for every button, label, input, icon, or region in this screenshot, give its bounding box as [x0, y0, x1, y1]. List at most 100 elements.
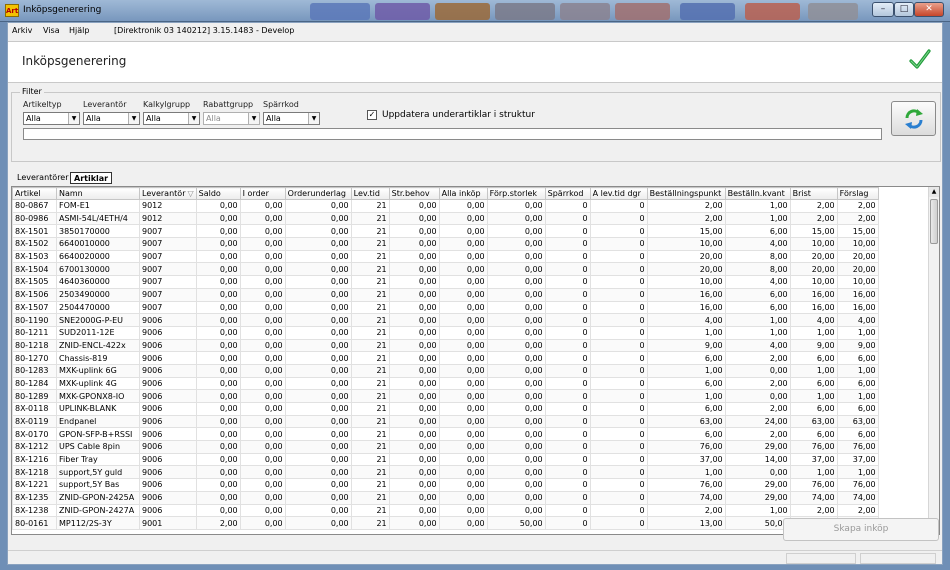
- minimize-button[interactable]: –: [872, 2, 894, 17]
- column-header-label: Förslag: [839, 189, 869, 198]
- table-cell: 0,00: [284, 262, 352, 277]
- table-row[interactable]: 80-1190 SNE2000G-P-EU 9006 0,00 0,00 0,00 21 0,…: [12, 313, 879, 327]
- table-cell: 80-1283: [12, 363, 57, 378]
- menu-arkiv[interactable]: Arkiv: [12, 26, 32, 35]
- column-header[interactable]: Förslag: [836, 187, 879, 200]
- table-row[interactable]: 8X-1235 ZNID-GPON-2425A 9006 0,00 0,00 0,00 21…: [12, 490, 879, 505]
- table-row[interactable]: 8X-1502 6640010000 9007 0,00 0,00 0,00 21 0,00 0…: [12, 237, 879, 251]
- table-row[interactable]: 80-1289 MXK-GPONX8-IO 9006 0,00 0,00 0,00 21 0,…: [12, 389, 879, 403]
- table-cell: 1,00: [836, 363, 879, 378]
- table-row[interactable]: 8X-1507 2504470000 9007 0,00 0,00 0,00 21 0,00 0…: [12, 300, 879, 315]
- column-header-label: Spärrkod: [547, 189, 584, 198]
- column-header[interactable]: Saldo: [195, 187, 241, 200]
- table-cell: 0,00: [438, 300, 488, 315]
- scroll-thumb[interactable]: [930, 199, 938, 244]
- table-row[interactable]: 8X-0170 GPON-SFP-B+RSSI 9006 0,00 0,00 0,00 21…: [12, 427, 879, 442]
- leverantor-select[interactable]: Alla ▼: [83, 112, 140, 125]
- table-cell: 0,00: [195, 490, 241, 505]
- table-cell: 0: [589, 363, 648, 378]
- table-cell: MXK-uplink 4G: [56, 376, 140, 391]
- table-cell: 21: [350, 363, 390, 378]
- column-header[interactable]: Spärrkod: [544, 187, 591, 200]
- tab-leverantorer[interactable]: Leverantörer: [14, 172, 72, 184]
- scroll-up-icon[interactable]: ▲: [929, 187, 939, 197]
- column-header[interactable]: Orderunderlag: [284, 187, 352, 200]
- table-row[interactable]: 8X-1218 support,5Y guld 9006 0,00 0,00 0,00 21…: [12, 465, 879, 480]
- column-header[interactable]: Lev.tid: [350, 187, 390, 200]
- table-cell: 2,00: [789, 503, 838, 518]
- sparrkod-select[interactable]: Alla ▼: [263, 112, 320, 125]
- column-header[interactable]: Beställningspunkt: [646, 187, 726, 200]
- table-cell: 0,00: [195, 262, 241, 277]
- table-row[interactable]: 80-0867 FOM-E1 9012 0,00 0,00 0,00 21 0,00 0,00 0…: [12, 199, 879, 213]
- column-header[interactable]: Namn: [56, 187, 140, 200]
- table-cell: 1,00: [646, 389, 726, 403]
- table-cell: 0,00: [438, 465, 488, 480]
- table-row[interactable]: 8X-1503 6640020000 9007 0,00 0,00 0,00 21 0,00 0…: [12, 249, 879, 264]
- column-header[interactable]: I order: [239, 187, 286, 200]
- table-row[interactable]: 8X-1212 UPS Cable 8pin 9006 0,00 0,00 0,00 21 0…: [12, 440, 879, 454]
- column-header[interactable]: Brist: [789, 187, 838, 200]
- table-cell: 80-1284: [12, 376, 57, 391]
- create-purchase-button[interactable]: Skapa inköp: [783, 518, 939, 541]
- table-row[interactable]: 8X-1506 2503490000 9007 0,00 0,00 0,00 21 0,00 0…: [12, 287, 879, 302]
- table-cell: 0: [544, 490, 591, 505]
- table-cell: 21: [350, 211, 390, 226]
- table-row[interactable]: 8X-1238 ZNID-GPON-2427A 9006 0,00 0,00 0,00 21…: [12, 503, 879, 518]
- table-row[interactable]: 80-1218 ZNID-ENCL-422x 9006 0,00 0,00 0,00 21 0…: [12, 338, 879, 353]
- table-row[interactable]: 8X-0119 Endpanel 9006 0,00 0,00 0,00 21 0,00 0,0…: [12, 414, 879, 429]
- table-row[interactable]: 80-0986 ASMI-54L/4ETH/4 9012 0,00 0,00 0,00 21…: [12, 211, 879, 226]
- table-row[interactable]: 8X-1504 6700130000 9007 0,00 0,00 0,00 21 0,00 0…: [12, 262, 879, 277]
- table-cell: 0,00: [195, 300, 241, 315]
- menu-hjalp[interactable]: Hjälp: [69, 26, 89, 35]
- column-header[interactable]: Leverantör ▽: [139, 187, 197, 200]
- table-row[interactable]: 80-1211 SUD2011-12E 9006 0,00 0,00 0,00 21 0,00…: [12, 325, 879, 340]
- maximize-button[interactable]: □: [894, 2, 914, 17]
- table-cell: 0,00: [388, 402, 440, 416]
- column-header[interactable]: A lev.tid dgr: [589, 187, 648, 200]
- table-cell: 0,00: [388, 224, 440, 239]
- table-row[interactable]: 8X-1221 support,5Y Bas 9006 0,00 0,00 0,00 21 0…: [12, 478, 879, 492]
- window-titlebar[interactable]: Art Inköpsgenerering – □ ✕: [0, 0, 950, 22]
- column-header[interactable]: Förp.storlek: [486, 187, 546, 200]
- refresh-button[interactable]: [891, 101, 936, 136]
- tab-artiklar[interactable]: Artiklar: [70, 172, 113, 184]
- column-header[interactable]: Artikel: [12, 187, 57, 200]
- table-cell: 6,00: [836, 351, 879, 365]
- filter-text-field[interactable]: [23, 128, 882, 140]
- column-header[interactable]: Beställn.kvant: [724, 187, 791, 200]
- table-cell: 0,00: [239, 237, 286, 251]
- table-cell: 21: [350, 300, 390, 315]
- background-taskbar-blur: [375, 3, 430, 20]
- table-cell: 0,00: [195, 478, 241, 492]
- table-row[interactable]: 8X-1505 4640360000 9007 0,00 0,00 0,00 21 0,00 0…: [12, 275, 879, 289]
- table-row[interactable]: 8X-1216 Fiber Tray 9006 0,00 0,00 0,00 21 0,00 0…: [12, 452, 879, 467]
- table-cell: 80-1211: [12, 325, 57, 340]
- table-cell: 21: [350, 414, 390, 429]
- table-row[interactable]: 80-1283 MXK-uplink 6G 9006 0,00 0,00 0,00 21 0,…: [12, 363, 879, 378]
- table-row[interactable]: 80-1270 Chassis-819 9006 0,00 0,00 0,00 21 0,00…: [12, 351, 879, 365]
- table-cell: 0,00: [388, 287, 440, 302]
- table-cell: 8X-1501: [12, 224, 57, 239]
- table-row[interactable]: 80-0161 MP112/2S-3Y 9001 2,00 0,00 0,00 21 0,00…: [12, 516, 879, 530]
- table-cell: 0,00: [239, 275, 286, 289]
- table-cell: 29,00: [724, 490, 791, 505]
- checkmark-icon[interactable]: [908, 48, 932, 72]
- update-subarticles-checkbox[interactable]: ✓: [367, 110, 377, 120]
- table-cell: 8X-1506: [12, 287, 57, 302]
- kalkylgrupp-select[interactable]: Alla ▼: [143, 112, 200, 125]
- menu-visa[interactable]: Visa: [43, 26, 60, 35]
- column-header[interactable]: Str.behov: [388, 187, 440, 200]
- table-row[interactable]: 8X-1501 3850170000 9007 0,00 0,00 0,00 21 0,00 0…: [12, 224, 879, 239]
- table-cell: 0,00: [284, 338, 352, 353]
- column-header[interactable]: Alla inköp: [438, 187, 488, 200]
- column-header-label: Saldo: [198, 189, 221, 198]
- close-button[interactable]: ✕: [914, 2, 944, 17]
- table-cell: 0,00: [195, 338, 241, 353]
- table-row[interactable]: 80-1284 MXK-uplink 4G 9006 0,00 0,00 0,00 21 0,…: [12, 376, 879, 391]
- table-row[interactable]: 8X-0118 UPLINK-BLANK 9006 0,00 0,00 0,00 21 0,0…: [12, 402, 879, 416]
- table-cell: 0,00: [388, 465, 440, 480]
- vertical-scrollbar[interactable]: ▲ ▼: [928, 187, 939, 534]
- table-cell: 0,00: [486, 490, 546, 505]
- artikeltyp-select[interactable]: Alla ▼: [23, 112, 80, 125]
